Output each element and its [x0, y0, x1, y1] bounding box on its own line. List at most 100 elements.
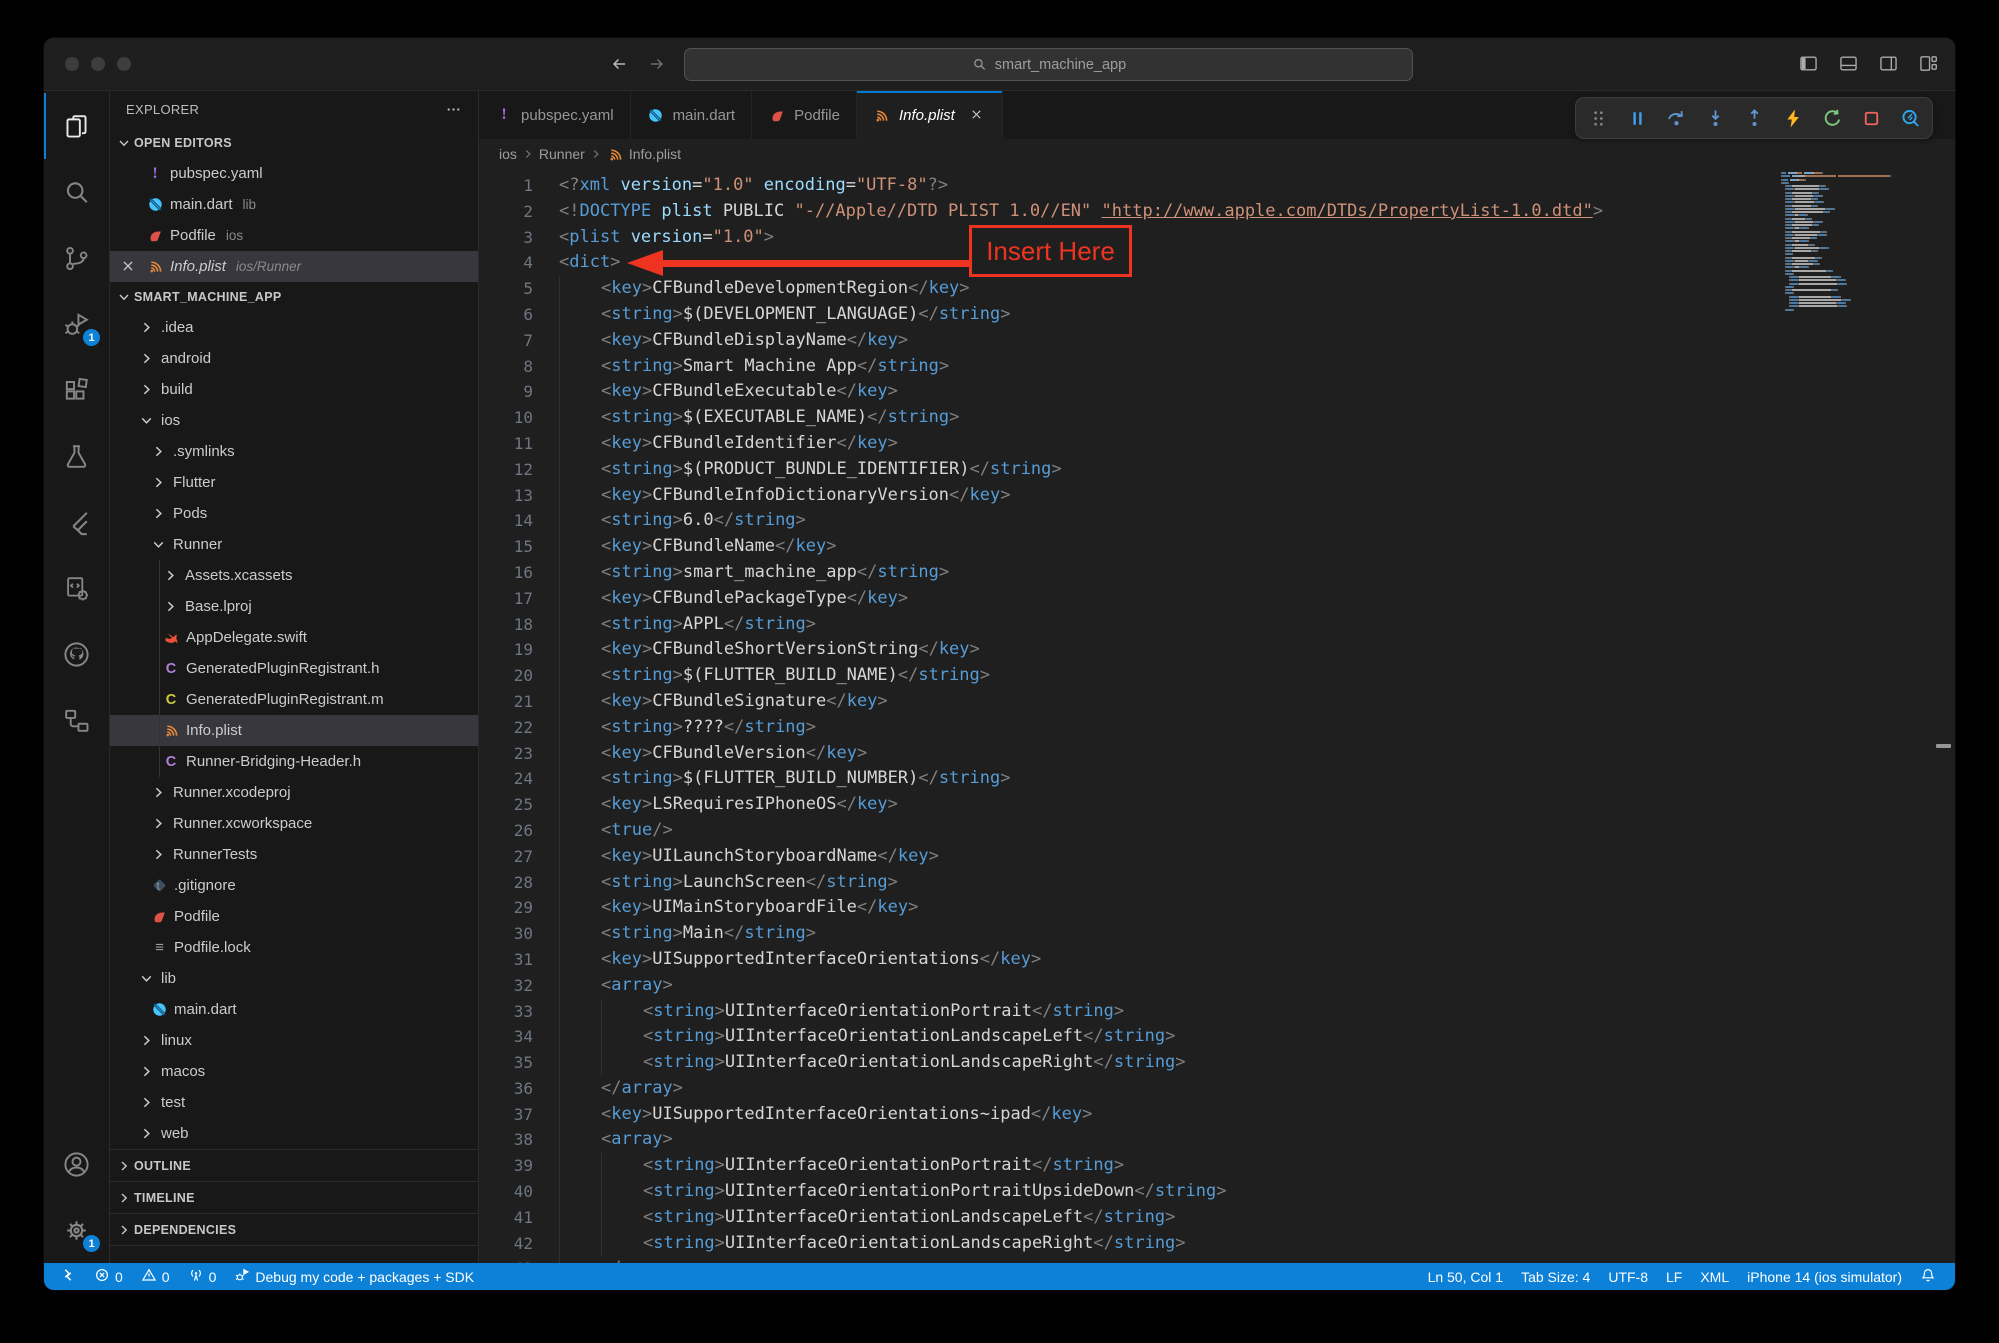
open-editor-item[interactable]: Podfileios — [110, 220, 478, 251]
folder-item-android[interactable]: android — [110, 343, 478, 374]
toggle-primary-sidebar-button[interactable] — [1795, 50, 1821, 76]
file-item--gitignore[interactable]: .gitignore — [110, 870, 478, 901]
status-ln-50-col-1[interactable]: Ln 50, Col 1 — [1419, 1263, 1513, 1290]
restart-button[interactable] — [1820, 106, 1844, 130]
settings-activity-button[interactable]: 1 — [44, 1197, 109, 1263]
status-broadcast[interactable]: 0 — [179, 1263, 226, 1290]
file-item-generatedpluginregistrant-h[interactable]: CGeneratedPluginRegistrant.h — [110, 653, 478, 684]
file-item-runner-bridging-header-h[interactable]: CRunner-Bridging-Header.h — [110, 746, 478, 777]
folder-item-macos[interactable]: macos — [110, 1056, 478, 1087]
flutter-activity-button[interactable] — [44, 489, 109, 555]
minimap-line — [1785, 273, 1929, 275]
folder-item--idea[interactable]: .idea — [110, 312, 478, 343]
status-tab-size-4[interactable]: Tab Size: 4 — [1512, 1263, 1599, 1290]
folder-item-base-lproj[interactable]: Base.lproj — [110, 591, 478, 622]
toggle-secondary-sidebar-button[interactable] — [1875, 50, 1901, 76]
folder-item-lib[interactable]: lib — [110, 963, 478, 994]
project-root-header[interactable]: SMART_MACHINE_APP — [110, 282, 478, 312]
pause-button[interactable] — [1625, 106, 1649, 130]
minimap[interactable] — [1781, 172, 1929, 312]
customize-layout-button[interactable] — [1915, 50, 1941, 76]
folder-item-assets-xcassets[interactable]: Assets.xcassets — [110, 560, 478, 591]
folder-item-runnertests[interactable]: RunnerTests — [110, 839, 478, 870]
toggle-panel-button[interactable] — [1835, 50, 1861, 76]
status-lf[interactable]: LF — [1657, 1263, 1691, 1290]
folder-item-pods[interactable]: Pods — [110, 498, 478, 529]
tab-main-dart[interactable]: main.dart — [631, 91, 753, 139]
stop-button[interactable] — [1859, 106, 1883, 130]
file-item-podfile[interactable]: Podfile — [110, 901, 478, 932]
open-editors-header[interactable]: OPEN EDITORS — [110, 128, 478, 158]
folder-item-build[interactable]: build — [110, 374, 478, 405]
breadcrumb-item[interactable]: Info.plist — [629, 146, 681, 162]
file-item-appdelegate-swift[interactable]: AppDelegate.swift — [110, 622, 478, 653]
navigate-forward-button[interactable] — [645, 52, 669, 76]
navigate-back-button[interactable] — [607, 52, 631, 76]
status-remote[interactable] — [44, 1263, 85, 1290]
open-editor-item[interactable]: Info.plistios/Runner — [110, 251, 478, 282]
files-activity-button[interactable] — [44, 93, 109, 159]
file-item-info-plist[interactable]: Info.plist — [110, 715, 478, 746]
folder-item-runner[interactable]: Runner — [110, 529, 478, 560]
file-item-podfile-lock[interactable]: ≡Podfile.lock — [110, 932, 478, 963]
folder-item--symlinks[interactable]: .symlinks — [110, 436, 478, 467]
tab-info-plist[interactable]: Info.plist — [857, 91, 1003, 139]
panel-header-outline[interactable]: OUTLINE — [110, 1150, 478, 1182]
status-debug[interactable]: Debug my code + packages + SDK — [225, 1263, 483, 1290]
search-activity-button[interactable] — [44, 159, 109, 225]
panel-header-dependencies[interactable]: DEPENDENCIES — [110, 1214, 478, 1246]
status-xml[interactable]: XML — [1691, 1263, 1738, 1290]
more-actions-icon[interactable] — [444, 101, 462, 119]
github-activity-button[interactable] — [44, 621, 109, 687]
testing-activity-button[interactable] — [44, 423, 109, 489]
folder-item-web[interactable]: web — [110, 1118, 478, 1149]
account-activity-button[interactable] — [44, 1131, 109, 1197]
dtd-link[interactable]: "http://www.apple.com/DTDs/PropertyList-… — [1102, 199, 1593, 225]
breadcrumb-item[interactable]: Runner — [539, 146, 585, 162]
folder-item-linux[interactable]: linux — [110, 1025, 478, 1056]
source-control-activity-button[interactable] — [44, 225, 109, 291]
run-debug-activity-button[interactable]: 1 — [44, 291, 109, 357]
run-config-activity-button[interactable] — [44, 555, 109, 621]
file-item-main-dart[interactable]: main.dart — [110, 994, 478, 1025]
code-editor[interactable]: 1<?xml version="1.0" encoding="UTF-8"?>2… — [479, 169, 1955, 1263]
references-activity-button[interactable] — [44, 687, 109, 753]
overview-ruler[interactable] — [1933, 169, 1955, 1263]
github-icon — [61, 639, 92, 670]
status-iphone-14-ios-simulator-[interactable]: iPhone 14 (ios simulator) — [1738, 1263, 1911, 1290]
breadcrumb-item[interactable]: ios — [499, 146, 517, 162]
code-token: "-//Apple//DTD PLIST 1.0//EN" — [794, 199, 1091, 225]
step-into-button[interactable] — [1703, 106, 1727, 130]
extensions-activity-button[interactable] — [44, 357, 109, 423]
file-item-generatedpluginregistrant-m[interactable]: CGeneratedPluginRegistrant.m — [110, 684, 478, 715]
status-utf-8[interactable]: UTF-8 — [1599, 1263, 1657, 1290]
zoom-window-button[interactable] — [117, 57, 131, 71]
inspector-button[interactable] — [1898, 106, 1922, 130]
open-editor-item[interactable]: main.dartlib — [110, 189, 478, 220]
step-out-button[interactable] — [1742, 106, 1766, 130]
close-icon[interactable] — [120, 258, 137, 275]
minimap-token — [1795, 247, 1819, 249]
status-error[interactable]: 0 — [85, 1263, 132, 1290]
tab-pubspec-yaml[interactable]: !pubspec.yaml — [479, 91, 631, 139]
close-icon[interactable] — [969, 107, 986, 124]
code-content[interactable]: 1<?xml version="1.0" encoding="UTF-8"?>2… — [479, 169, 1909, 1263]
hot-reload-button[interactable] — [1781, 106, 1805, 130]
folder-item-flutter[interactable]: Flutter — [110, 467, 478, 498]
status-bell[interactable] — [1911, 1263, 1945, 1290]
folder-item-test[interactable]: test — [110, 1087, 478, 1118]
tab-podfile[interactable]: Podfile — [752, 91, 857, 139]
status-warning[interactable]: 0 — [132, 1263, 179, 1290]
minimize-window-button[interactable] — [91, 57, 105, 71]
folder-item-runner-xcodeproj[interactable]: Runner.xcodeproj — [110, 777, 478, 808]
open-editor-item[interactable]: !pubspec.yaml — [110, 158, 478, 189]
folder-item-runner-xcworkspace[interactable]: Runner.xcworkspace — [110, 808, 478, 839]
close-window-button[interactable] — [65, 57, 79, 71]
command-center-search[interactable]: smart_machine_app — [684, 48, 1413, 81]
step-over-button[interactable] — [1664, 106, 1688, 130]
breadcrumb[interactable]: ios Runner Info.plist — [479, 139, 1955, 169]
folder-item-ios[interactable]: ios — [110, 405, 478, 436]
panel-header-timeline[interactable]: TIMELINE — [110, 1182, 478, 1214]
code-token: > — [796, 508, 806, 534]
code-token: > — [898, 328, 908, 354]
